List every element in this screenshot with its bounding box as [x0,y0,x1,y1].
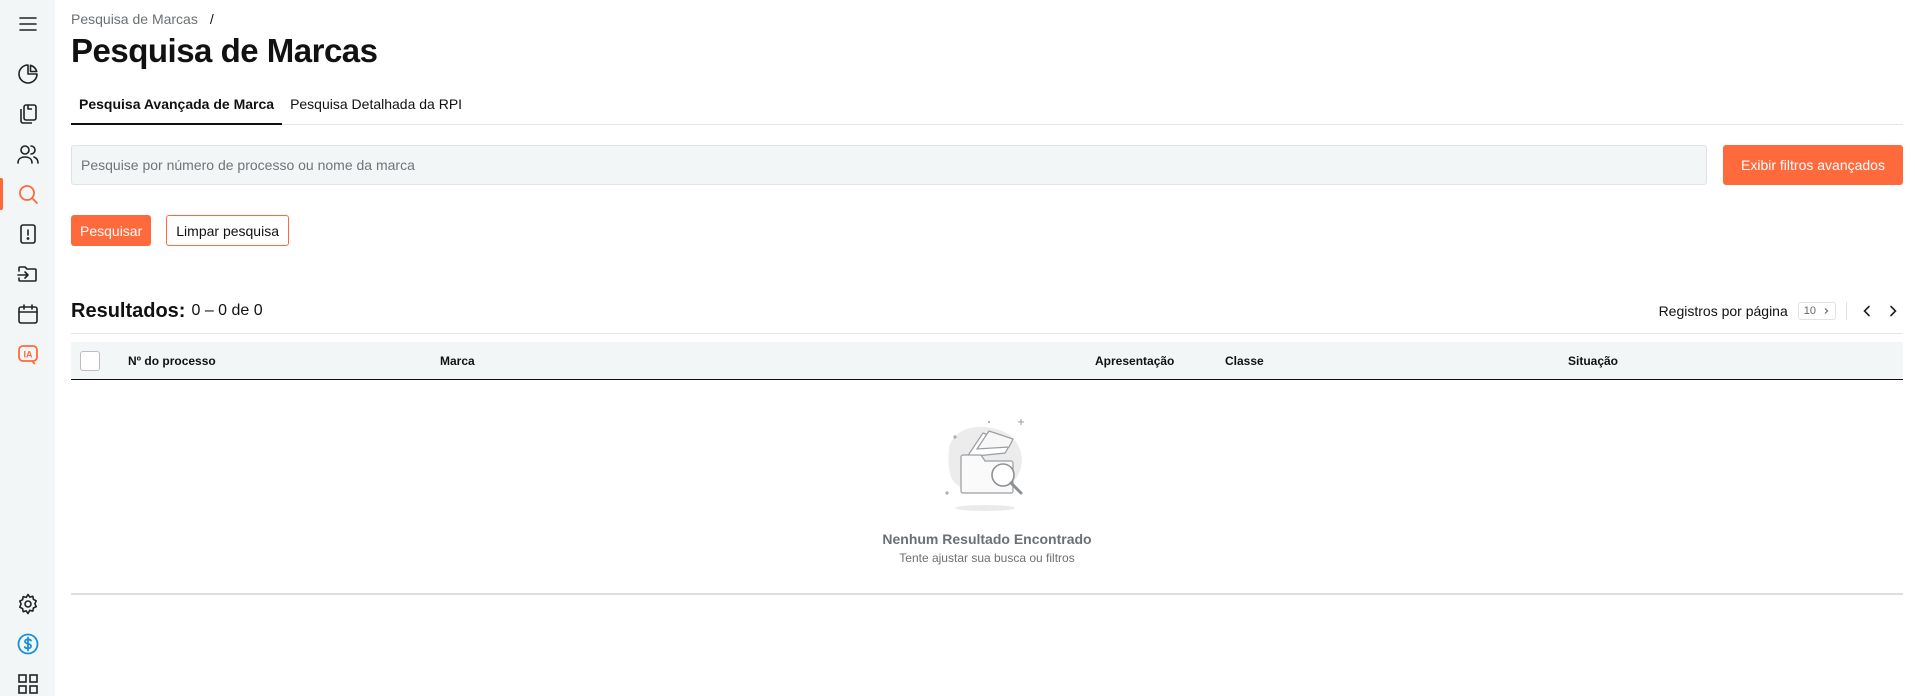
sidebar: IA [0,0,55,696]
sidebar-item-apps[interactable] [0,664,55,696]
sidebar-item-dashboard[interactable] [0,54,55,94]
tab-advanced-search[interactable]: Pesquisa Avançada de Marca [71,90,283,125]
results-title: Resultados: [71,299,186,322]
ia-icon: IA [17,345,38,365]
main-content: Pesquisa de Marcas / Pesquisa de Marcas … [71,0,1903,696]
sidebar-item-search[interactable] [0,174,55,214]
empty-state-title: Nenhum Resultado Encontrado [882,531,1092,547]
results-range: 0 – 0 de 0 [191,302,263,319]
advanced-filters-button[interactable]: Exibir filtros avançados [1723,145,1903,185]
table-divider [71,333,1903,334]
empty-state-subtitle: Tente ajustar sua busca ou filtros [899,551,1075,565]
select-all-checkbox[interactable] [80,351,100,371]
sidebar-item-users[interactable] [0,134,55,174]
pagination: Registros por página 10 [1659,301,1903,321]
breadcrumb-item[interactable]: Pesquisa de Marcas [71,11,198,27]
pager-divider [1846,302,1847,320]
per-page-label: Registros por página [1658,303,1788,319]
column-header-brand[interactable]: Marca [440,354,475,368]
results-bar: Resultados: 0 – 0 de 0 Registros por pág… [71,298,1903,324]
gear-icon [18,593,37,615]
chevron-right-icon [1890,305,1897,317]
alert-file-icon [19,224,36,244]
column-header-status[interactable]: Situação [1568,354,1618,368]
clear-search-button[interactable]: Limpar pesquisa [166,215,289,246]
empty-state: Nenhum Resultado Encontrado Tente ajusta… [71,405,1903,565]
menu-icon [18,17,37,31]
search-actions: Pesquisar Limpar pesquisa [71,215,289,246]
sidebar-item-ia[interactable]: IA [0,334,55,374]
grid-icon [17,674,38,694]
page-title: Pesquisa de Marcas [71,32,378,69]
table-footer-divider [71,593,1903,595]
search-icon [18,185,38,204]
next-page-button[interactable] [1883,301,1903,321]
column-header-class[interactable]: Classe [1225,354,1264,368]
search-button[interactable]: Pesquisar [71,215,152,246]
tabs: Pesquisa Avançada de Marca Pesquisa Deta… [71,90,1903,125]
sidebar-item-billing[interactable] [0,624,55,664]
search-row: Exibir filtros avançados [71,145,1903,185]
tab-rpi-search[interactable]: Pesquisa Detalhada da RPI [282,90,470,125]
pie-chart-icon [17,64,38,84]
sidebar-item-imports[interactable] [0,254,55,294]
empty-folder-search-icon [945,419,1024,511]
sidebar-item-documents[interactable] [0,94,55,134]
column-header-presentation[interactable]: Apresentação [1095,354,1174,368]
sidebar-item-calendar[interactable] [0,294,55,334]
dollar-circle-icon [17,633,38,655]
prev-page-button[interactable] [1857,301,1877,321]
chevron-left-icon [1863,305,1870,317]
ia-icon-label: IA [23,350,33,360]
users-icon [16,145,39,164]
search-input[interactable] [71,145,1707,185]
per-page-select[interactable]: 10 [1797,302,1836,320]
sidebar-item-alerts[interactable] [0,214,55,254]
documents-icon [19,104,37,124]
per-page-value: 10 [1803,305,1816,317]
menu-button[interactable] [0,4,55,44]
chevron-right-icon [1824,308,1829,314]
breadcrumb-separator: / [209,11,214,27]
column-header-process-number[interactable]: Nº do processo [128,354,216,368]
calendar-icon [17,304,38,324]
table-header: Nº do processo Marca Apresentação Classe… [71,342,1903,380]
folder-import-icon [16,266,37,282]
sidebar-item-settings[interactable] [0,584,55,624]
breadcrumb: Pesquisa de Marcas / [71,11,214,27]
app-root: IA Pesquisa de Marcas / Pesquisa de Marc… [0,0,1915,696]
